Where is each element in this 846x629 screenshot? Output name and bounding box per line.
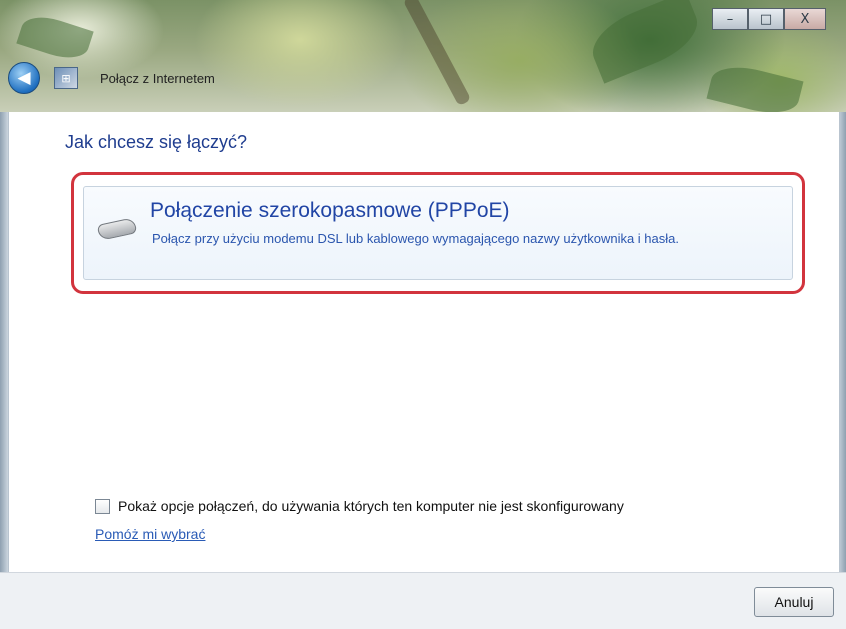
connect-to-internet-window: – □ X ◀ ⊞ Połącz z Internetem Jak chcesz… (0, 0, 846, 629)
back-button[interactable]: ◀ (8, 62, 40, 94)
maximize-button[interactable]: □ (748, 8, 784, 30)
back-arrow-icon: ◀ (17, 68, 31, 88)
show-options-checkbox[interactable] (95, 498, 110, 514)
cancel-button[interactable]: Anuluj (754, 587, 834, 617)
checkbox-label: Pokaż opcje połączeń, do używania któryc… (118, 498, 624, 514)
close-button[interactable]: X (784, 8, 826, 30)
network-connect-icon: ⊞ (54, 67, 78, 89)
window-title: Połącz z Internetem (100, 70, 215, 86)
background-leaf (583, 0, 707, 84)
modem-icon (96, 217, 138, 241)
navigation-bar: ◀ ⊞ Połącz z Internetem (8, 62, 215, 94)
background-leaf (16, 10, 94, 65)
show-options-checkbox-row[interactable]: Pokaż opcje połączeń, do używania któryc… (95, 498, 624, 514)
minimize-button[interactable]: – (712, 8, 748, 30)
help-me-choose-link[interactable]: Pomóż mi wybrać (95, 526, 205, 542)
window-controls: – □ X (712, 8, 826, 30)
title-bar: – □ X ◀ ⊞ Połącz z Internetem (0, 0, 846, 121)
content-area: Jak chcesz się łączyć? Połączenie szerok… (8, 112, 840, 572)
window-frame-left (0, 112, 8, 572)
option-description: Połącz przy użyciu modemu DSL lub kablow… (152, 231, 679, 246)
minimize-icon: – (726, 11, 734, 27)
page-heading: Jak chcesz się łączyć? (65, 132, 248, 152)
option-title: Połączenie szerokopasmowe (PPPoE) (150, 199, 510, 222)
maximize-icon: □ (759, 11, 773, 27)
background-branch (402, 0, 472, 107)
close-icon: X (800, 11, 810, 27)
footer-bar: Anuluj (0, 572, 846, 629)
broadband-pppoe-option[interactable]: Połączenie szerokopasmowe (PPPoE) Połącz… (83, 186, 793, 280)
